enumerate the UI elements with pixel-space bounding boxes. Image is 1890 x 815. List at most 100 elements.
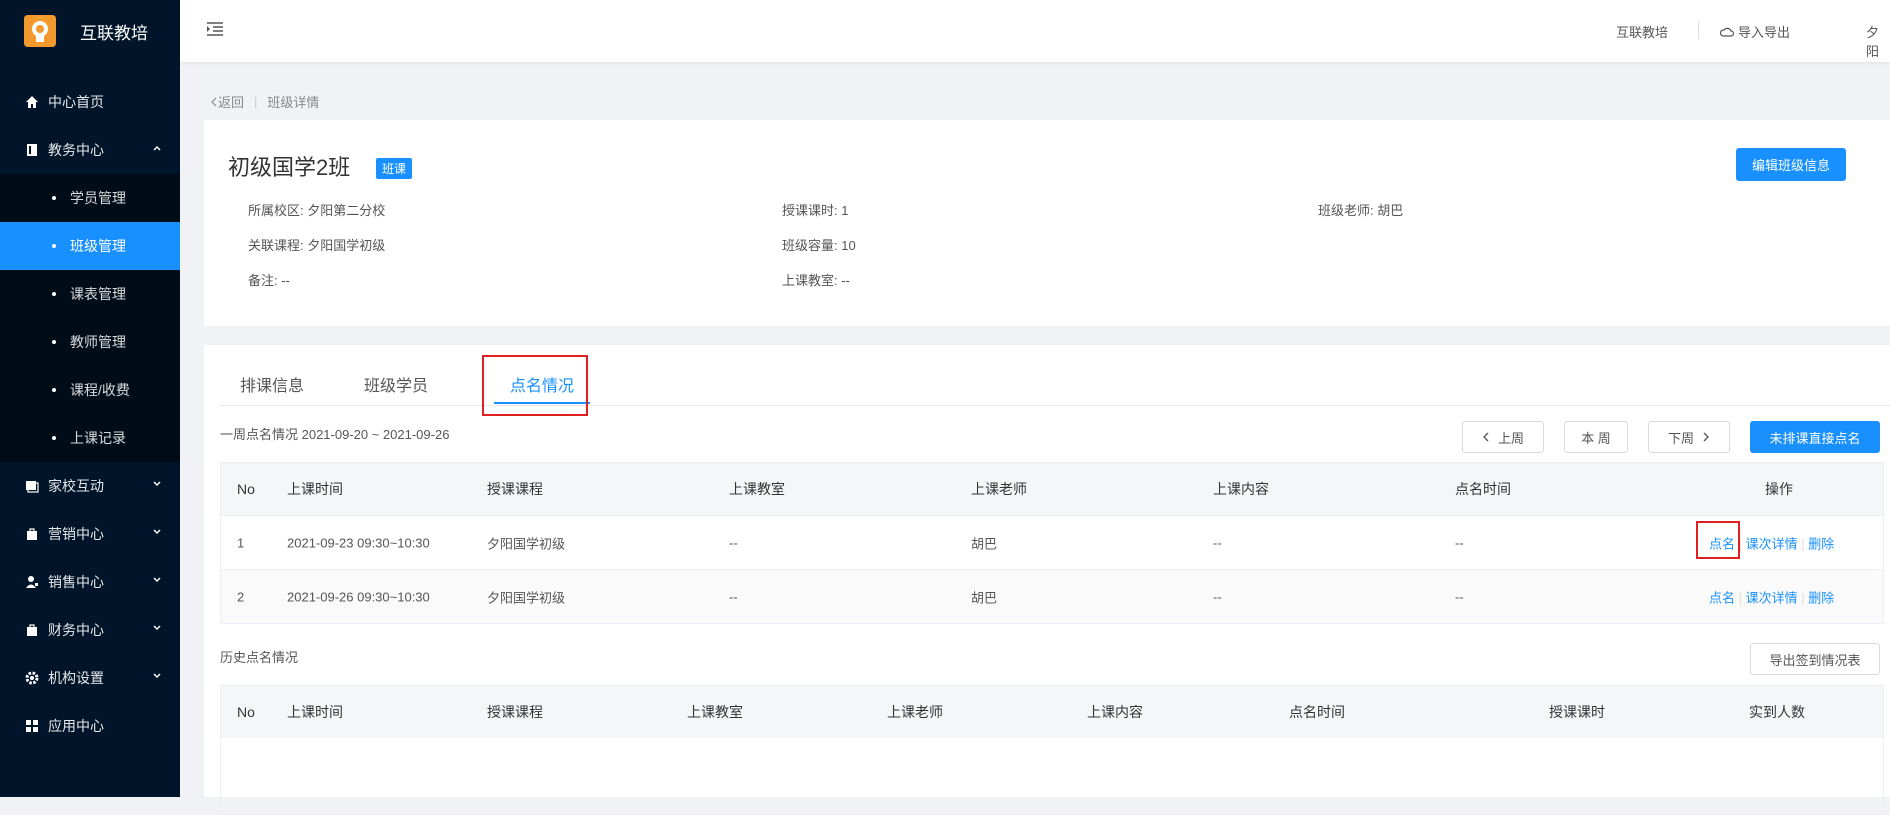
export-signin-button[interactable]: 导出签到情况表 bbox=[1750, 643, 1880, 675]
breadcrumb-separator: | bbox=[254, 94, 258, 109]
row-time: 2021-09-26 09:30~10:30 bbox=[287, 589, 430, 604]
edit-class-button[interactable]: 编辑班级信息 bbox=[1735, 148, 1846, 181]
menu-fold-icon[interactable] bbox=[206, 20, 224, 38]
this-week-button[interactable]: 本 周 bbox=[1564, 421, 1628, 453]
week-rollcall-table: No 上课时间 授课课程 上课教室 上课老师 上课内容 点名时间 操作 1 20… bbox=[220, 462, 1884, 624]
bullet-icon bbox=[52, 436, 56, 440]
room-field: 上课教室: -- bbox=[782, 273, 850, 288]
row-course: 夕阳国学初级 bbox=[487, 536, 566, 551]
sidebar-item-schedule[interactable]: 课表管理 bbox=[0, 270, 180, 318]
back-link[interactable]: 返回 bbox=[218, 92, 244, 111]
logo-area: 互联教培 bbox=[0, 0, 180, 62]
brand-title: 互联教培 bbox=[80, 23, 148, 43]
row-teacher: 胡巴 bbox=[971, 536, 998, 551]
row-content: -- bbox=[1213, 589, 1222, 604]
col-no: No bbox=[237, 704, 255, 720]
class-info-card: 初级国学2班 班课 编辑班级信息 所属校区: 夕阳第二分校 关联课程: 夕阳国学… bbox=[204, 120, 1890, 326]
col-content: 上课内容 bbox=[1213, 481, 1269, 497]
cloud-icon bbox=[1720, 27, 1734, 37]
prev-week-label: 上周 bbox=[1497, 430, 1524, 446]
academic-submenu: 学员管理 班级管理 课表管理 教师管理 课程/收费 上课记录 bbox=[0, 174, 180, 462]
sidebar-item-finance[interactable]: 财务中心 bbox=[0, 606, 180, 654]
sub-item-label: 课表管理 bbox=[70, 286, 126, 302]
next-week-button[interactable]: 下周 bbox=[1648, 421, 1730, 453]
sidebar-item-label: 应用中心 bbox=[48, 718, 104, 734]
home-icon bbox=[24, 94, 40, 110]
sidebar-item-marketing[interactable]: 营销中心 bbox=[0, 510, 180, 558]
course-field: 关联课程: 夕阳国学初级 bbox=[248, 238, 386, 253]
sidebar-item-label: 营销中心 bbox=[48, 526, 104, 542]
row-room: -- bbox=[729, 589, 738, 604]
col-time: 上课时间 bbox=[287, 704, 343, 720]
rollcall-link[interactable]: 点名 bbox=[1709, 590, 1735, 605]
tab-schedule[interactable]: 排课信息 bbox=[240, 372, 304, 396]
gear-icon bbox=[24, 670, 40, 686]
sidebar-item-label: 机构设置 bbox=[48, 670, 104, 686]
sidebar-item-courses[interactable]: 课程/收费 bbox=[0, 366, 180, 414]
breadcrumb-current: 班级详情 bbox=[267, 95, 320, 110]
campus-field: 所属校区: 夕阳第二分校 bbox=[248, 203, 386, 218]
wallet-icon bbox=[24, 622, 40, 638]
rollcall-card: 排课信息 班级学员 点名情况 一周点名情况 2021-09-20 ~ 2021-… bbox=[204, 345, 1890, 815]
sidebar-item-sales[interactable]: 销售中心 bbox=[0, 558, 180, 606]
divider bbox=[1698, 21, 1699, 39]
chevron-down-icon bbox=[153, 529, 161, 535]
prev-week-button[interactable]: 上周 bbox=[1462, 421, 1544, 453]
import-export-link[interactable]: 导入导出 bbox=[1720, 22, 1790, 41]
sub-item-label: 课程/收费 bbox=[70, 382, 130, 398]
delete-link[interactable]: 删除 bbox=[1808, 590, 1834, 605]
direct-rollcall-button[interactable]: 未排课直接点名 bbox=[1750, 421, 1880, 453]
col-attendance: 实到人数 bbox=[1749, 704, 1805, 720]
sub-item-label: 教师管理 bbox=[70, 334, 126, 350]
chevron-up-icon bbox=[153, 145, 161, 151]
class-type-badge: 班课 bbox=[376, 158, 413, 179]
sidebar-item-org-settings[interactable]: 机构设置 bbox=[0, 654, 180, 702]
sidebar-item-classes[interactable]: 班级管理 bbox=[0, 222, 180, 270]
session-detail-link[interactable]: 课次详情 bbox=[1746, 590, 1798, 605]
col-rollcall-time: 点名时间 bbox=[1289, 704, 1345, 720]
sidebar-item-label: 教务中心 bbox=[48, 142, 104, 158]
top-bar: 互联教培 导入导出 夕阳 bbox=[180, 0, 1890, 62]
book-icon bbox=[24, 142, 40, 158]
teacher-field: 班级老师: 胡巴 bbox=[1318, 203, 1404, 218]
sidebar-item-label: 中心首页 bbox=[48, 94, 104, 110]
col-no: No bbox=[237, 481, 255, 497]
bullet-icon bbox=[52, 196, 56, 200]
breadcrumb: 返回 | 班级详情 bbox=[210, 92, 319, 111]
user-name[interactable]: 夕阳 bbox=[1866, 22, 1890, 60]
col-actions: 操作 bbox=[1765, 481, 1793, 497]
org-name[interactable]: 互联教培 bbox=[1616, 22, 1668, 41]
sidebar-item-students[interactable]: 学员管理 bbox=[0, 174, 180, 222]
sidebar-item-home[interactable]: 中心首页 bbox=[0, 78, 180, 126]
delete-link[interactable]: 删除 bbox=[1808, 536, 1834, 551]
sidebar-item-home-school[interactable]: 家校互动 bbox=[0, 462, 180, 510]
week-range-label: 一周点名情况 2021-09-20 ~ 2021-09-26 bbox=[220, 427, 450, 442]
import-export-label: 导入导出 bbox=[1738, 25, 1791, 40]
col-teacher: 上课老师 bbox=[887, 704, 943, 720]
row-no: 1 bbox=[237, 535, 245, 550]
grid-icon bbox=[24, 718, 40, 734]
col-course: 授课课程 bbox=[487, 481, 543, 497]
sidebar-item-academic[interactable]: 教务中心 bbox=[0, 126, 180, 174]
table-row: 1 2021-09-23 09:30~10:30 夕阳国学初级 -- 胡巴 --… bbox=[221, 515, 1883, 569]
sidebar-item-apps[interactable]: 应用中心 bbox=[0, 702, 180, 750]
col-time: 上课时间 bbox=[287, 481, 343, 497]
tab-bar: 排课信息 班级学员 点名情况 bbox=[220, 345, 1890, 406]
history-label: 历史点名情况 bbox=[220, 650, 299, 665]
session-detail-link[interactable]: 课次详情 bbox=[1746, 536, 1798, 551]
table-header: No 上课时间 授课课程 上课教室 上课老师 上课内容 点名时间 授课课时 实到… bbox=[221, 686, 1883, 738]
col-content: 上课内容 bbox=[1087, 704, 1143, 720]
col-hours: 授课课时 bbox=[1549, 704, 1605, 720]
sidebar-item-records[interactable]: 上课记录 bbox=[0, 414, 180, 462]
hours-field: 授课课时: 1 bbox=[782, 203, 849, 218]
highlight-box bbox=[1696, 521, 1740, 559]
bullet-icon bbox=[52, 292, 56, 296]
back-arrow-icon bbox=[211, 97, 217, 106]
table-row: 2 2021-09-26 09:30~10:30 夕阳国学初级 -- 胡巴 --… bbox=[221, 569, 1883, 623]
tab-students[interactable]: 班级学员 bbox=[364, 372, 428, 396]
sidebar-item-teachers[interactable]: 教师管理 bbox=[0, 318, 180, 366]
sidebar: 互联教培 中心首页 教务中心 学员管理 班级管理 课表管理 教师管理 课程/收费… bbox=[0, 0, 180, 797]
col-room: 上课教室 bbox=[687, 704, 743, 720]
capacity-field: 班级容量: 10 bbox=[782, 238, 856, 253]
chat-icon bbox=[24, 478, 40, 494]
